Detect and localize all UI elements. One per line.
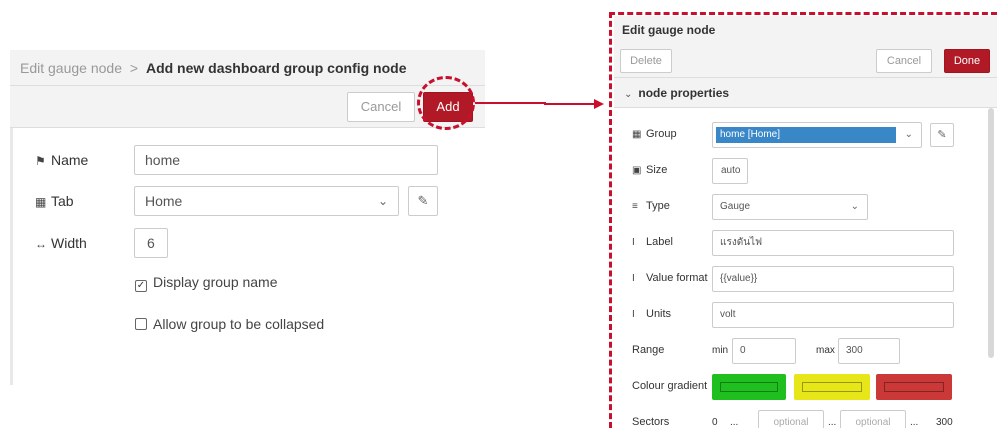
add-group-config-dialog: Edit gauge node > Add new dashboard grou… xyxy=(10,50,485,385)
max-input[interactable]: 300 xyxy=(838,338,900,364)
section-label: node properties xyxy=(638,86,730,100)
tab-select-value: Home xyxy=(145,193,183,209)
units-input[interactable]: volt xyxy=(712,302,954,328)
colour-gradient-label: Colour gradient xyxy=(632,380,708,392)
text-cursor-icon: I xyxy=(632,309,635,320)
min-label: min xyxy=(712,345,729,356)
label-row-label: I Label xyxy=(632,236,673,248)
type-select-value: Gauge xyxy=(720,201,751,212)
tab-label: Tab xyxy=(51,193,74,209)
size-label: Size xyxy=(646,164,668,176)
sector-dots: ... xyxy=(730,417,739,428)
expand-icon: ▣ xyxy=(632,165,642,176)
delete-button[interactable]: Delete xyxy=(620,49,672,73)
type-row-label: ≡ Type xyxy=(632,200,670,212)
display-group-name-row[interactable]: ✓ Display group name xyxy=(135,274,278,292)
type-label: Type xyxy=(646,200,670,212)
size-row-label: ▣ Size xyxy=(632,164,667,176)
edit-group-button[interactable]: ✎ xyxy=(930,123,954,147)
tag-icon: ⚑ xyxy=(35,154,46,168)
name-label: Name xyxy=(51,152,89,168)
colour-swatch-low[interactable] xyxy=(712,374,786,400)
screenshot-root: Edit gauge node > Add new dashboard grou… xyxy=(0,0,997,428)
range-label: Range xyxy=(632,344,665,356)
text-cursor-icon: I xyxy=(632,273,635,284)
tab-select[interactable]: Home ⌄ xyxy=(134,186,399,216)
size-picker[interactable]: auto xyxy=(712,158,748,184)
chevron-down-icon: ⌄ xyxy=(624,89,633,100)
units-row-label: I Units xyxy=(632,308,671,320)
add-button-highlight xyxy=(417,76,475,130)
allow-collapse-label: Allow group to be collapsed xyxy=(153,316,325,332)
chevron-down-icon: ⌄ xyxy=(377,194,388,208)
tab-row-label: ▦ Tab xyxy=(35,193,74,209)
display-group-name-checkbox[interactable]: ✓ xyxy=(135,280,147,292)
sector-input-2[interactable]: optional xyxy=(840,410,906,428)
max-label: max xyxy=(816,345,835,356)
label-label: Label xyxy=(646,236,673,248)
name-input[interactable]: home xyxy=(134,145,438,175)
chevron-down-icon: ⌄ xyxy=(904,129,913,140)
type-select[interactable]: Gauge ⌄ xyxy=(712,194,868,220)
sector-input-1[interactable]: optional xyxy=(758,410,824,428)
units-label: Units xyxy=(646,308,672,320)
cancel-button[interactable]: Cancel xyxy=(347,92,415,122)
label-input[interactable]: แรงดันไฟ xyxy=(712,230,954,256)
sector-end: 300 xyxy=(936,417,953,428)
width-label: Width xyxy=(51,235,87,251)
node-properties-tab[interactable]: ⌄ node properties xyxy=(614,78,997,108)
width-size-picker[interactable]: 6 xyxy=(134,228,168,258)
text-cursor-icon: I xyxy=(632,237,635,248)
breadcrumb: Edit gauge node > Add new dashboard grou… xyxy=(10,50,485,86)
pencil-icon: ✎ xyxy=(417,193,429,208)
value-format-row-label: I Value format xyxy=(632,272,708,284)
edit-gauge-dialog: Edit gauge node Delete Cancel Done ⌄ node… xyxy=(614,16,997,428)
min-input[interactable]: 0 xyxy=(732,338,796,364)
horizontal-arrows-icon: ↔ xyxy=(35,237,47,251)
list-icon: ≡ xyxy=(632,201,638,212)
sector-dots: ... xyxy=(828,417,837,428)
dialog-toolbar: Cancel Add xyxy=(10,86,485,128)
table-icon: ▦ xyxy=(35,195,47,209)
dialog-title: Edit gauge node xyxy=(614,16,997,44)
dialog-body: ⚑ Name home ▦ Tab Home ⌄ ✎ ↔ Width 6 ✓ Displ… xyxy=(10,128,485,385)
group-row-label: ▦ Group xyxy=(632,128,677,140)
colour-swatch-mid[interactable] xyxy=(794,374,870,400)
table-icon: ▦ xyxy=(632,129,642,140)
dialog-toolbar: Delete Cancel Done xyxy=(614,44,997,78)
group-select[interactable]: home [Home] ⌄ xyxy=(712,122,922,148)
allow-collapse-row[interactable]: Allow group to be collapsed xyxy=(135,316,324,332)
name-row-label: ⚑ Name xyxy=(35,152,88,168)
done-button[interactable]: Done xyxy=(944,49,990,73)
breadcrumb-parent[interactable]: Edit gauge node xyxy=(20,60,122,76)
edit-tab-button[interactable]: ✎ xyxy=(408,186,438,216)
breadcrumb-separator: > xyxy=(129,60,139,76)
allow-collapse-checkbox[interactable] xyxy=(135,318,147,330)
group-select-value: home [Home] xyxy=(716,127,896,143)
sector-dots: ... xyxy=(910,417,919,428)
breadcrumb-current: Add new dashboard group config node xyxy=(145,60,407,76)
value-format-input[interactable]: {{value}} xyxy=(712,266,954,292)
sector-start: 0 xyxy=(712,417,718,428)
chevron-down-icon: ⌄ xyxy=(850,201,859,212)
pencil-icon: ✎ xyxy=(937,129,947,141)
display-group-name-label: Display group name xyxy=(153,274,278,290)
cancel-button[interactable]: Cancel xyxy=(876,49,932,73)
colour-swatch-high[interactable] xyxy=(876,374,952,400)
sectors-label: Sectors xyxy=(632,416,670,428)
value-format-label: Value format xyxy=(646,272,708,284)
scrollbar[interactable] xyxy=(988,108,994,358)
width-row-label: ↔ Width xyxy=(35,235,87,251)
properties-body: ▦ Group home [Home] ⌄ ✎ ▣ Size auto ≡ Type … xyxy=(614,108,997,428)
group-label: Group xyxy=(646,128,677,140)
